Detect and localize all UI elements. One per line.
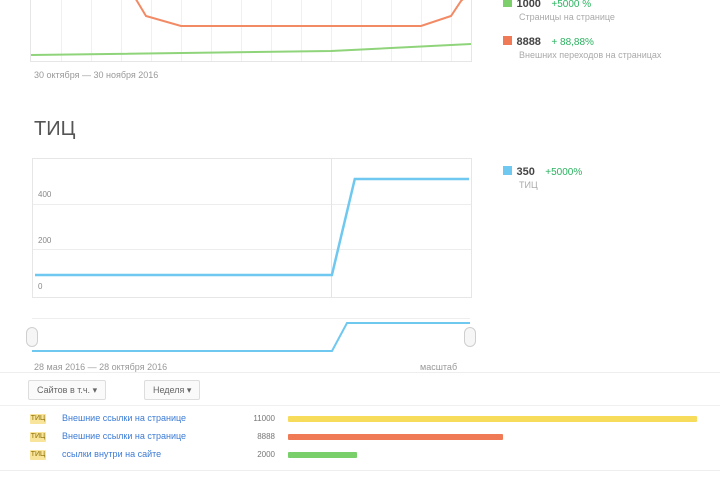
list-item: ТИЦ ссылки внутри на сайте 2000 xyxy=(0,448,720,462)
top-legend-item-2: 8888 + 88,88% Внешних переходов на стран… xyxy=(503,32,661,60)
row-bar xyxy=(288,452,357,458)
chevron-down-icon: ▾ xyxy=(92,385,98,395)
row-badge: ТИЦ xyxy=(30,432,46,442)
orange-series-line xyxy=(135,0,464,27)
legend-swatch xyxy=(503,166,512,175)
divider xyxy=(0,405,720,406)
legend-delta: + 88,88% xyxy=(551,37,594,48)
y-tick-400: 400 xyxy=(38,190,52,199)
row-link[interactable]: Внешние ссылки на странице xyxy=(62,413,186,423)
range-handle-right[interactable] xyxy=(464,327,476,347)
list-item: ТИЦ Внешние ссылки на странице 8888 xyxy=(0,430,720,444)
row-value: 2000 xyxy=(257,450,275,459)
row-link[interactable]: ссылки внутри на сайте xyxy=(62,449,161,459)
tic-legend: 350 +5000% ТИЦ xyxy=(503,162,582,190)
top-legend-item-1: 1000 +5000 % Страницы на странице xyxy=(503,0,615,22)
row-bar xyxy=(288,416,697,422)
group-dropdown-label: Сайтов в т.ч. xyxy=(37,385,91,395)
top-chart-lines xyxy=(31,0,471,56)
navigator-date-range: 28 мая 2016 — 28 октября 2016 xyxy=(34,362,168,372)
row-link[interactable]: Внешние ссылки на странице xyxy=(62,431,186,441)
row-value: 11000 xyxy=(253,414,275,423)
top-chart xyxy=(30,0,472,62)
period-dropdown-label: Неделя xyxy=(153,385,185,395)
section-title: ТИЦ xyxy=(34,118,76,140)
period-dropdown-button[interactable]: Неделя ▾ xyxy=(144,380,201,400)
legend-value: 8888 xyxy=(516,36,541,48)
y-tick-0: 0 xyxy=(38,282,43,291)
legend-value: 1000 xyxy=(516,0,541,10)
row-bar xyxy=(288,434,503,440)
range-navigator[interactable] xyxy=(26,318,476,355)
y-tick-200: 200 xyxy=(38,236,52,245)
range-handle-left[interactable] xyxy=(26,327,38,347)
divider xyxy=(0,470,720,471)
tic-series-line xyxy=(35,177,469,277)
legend-swatch xyxy=(503,36,512,45)
legend-sub: Внешних переходов на страницах xyxy=(519,50,662,60)
legend-sub: Страницы на странице xyxy=(519,12,615,22)
legend-sub: ТИЦ xyxy=(519,180,538,190)
legend-value: 350 xyxy=(516,166,535,178)
divider xyxy=(0,372,720,373)
row-badge: ТИЦ xyxy=(30,414,46,424)
legend-swatch xyxy=(503,0,512,7)
chevron-down-icon: ▾ xyxy=(186,385,192,395)
top-chart-date-range: 30 октября — 30 ноября 2016 xyxy=(34,70,159,80)
tic-chart xyxy=(32,158,472,298)
navigator-line xyxy=(32,322,470,352)
zoom-label: масштаб xyxy=(420,362,458,372)
legend-delta: +5000% xyxy=(545,167,583,178)
legend-delta: +5000 % xyxy=(551,0,592,10)
row-badge: ТИЦ xyxy=(30,450,46,460)
row-value: 8888 xyxy=(257,432,275,441)
group-dropdown-button[interactable]: Сайтов в т.ч. ▾ xyxy=(28,380,107,400)
green-series-line xyxy=(31,43,471,56)
list-item: ТИЦ Внешние ссылки на странице 11000 xyxy=(0,412,720,426)
tic-chart-svg xyxy=(34,177,470,277)
